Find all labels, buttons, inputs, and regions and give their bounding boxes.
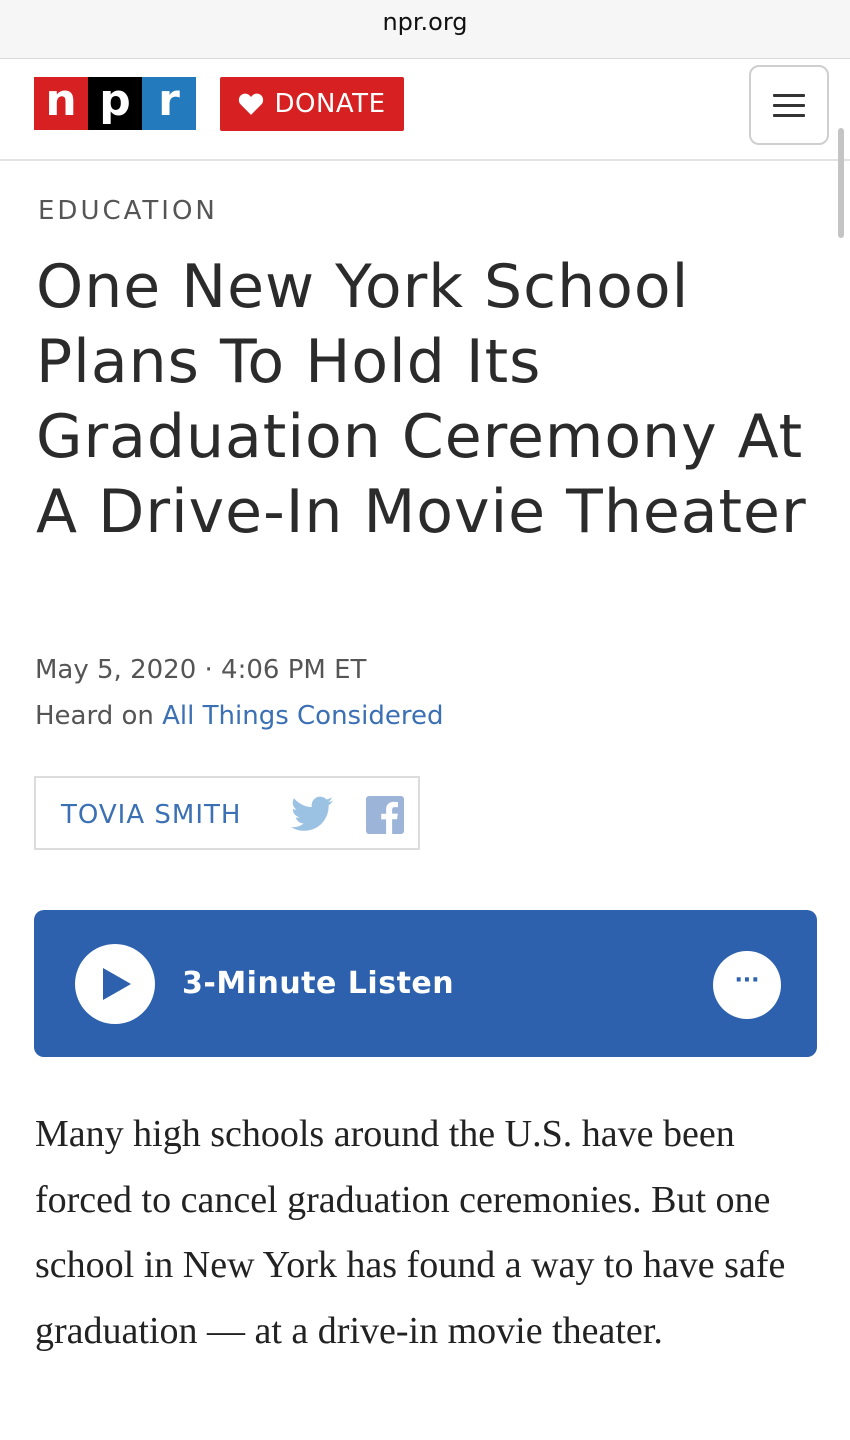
play-icon [103,968,131,1000]
heard-on-line: Heard on All Things Considered [35,701,443,731]
twitter-icon[interactable] [291,796,333,832]
program-link[interactable]: All Things Considered [162,701,443,731]
browser-url-bar[interactable]: npr.org [0,0,850,59]
menu-bar [773,93,805,97]
listen-duration-label[interactable]: 3-Minute Listen [182,966,454,1001]
byline-box: TOVIA SMITH [34,776,420,850]
npr-logo[interactable]: n p r [34,77,196,130]
menu-bar [773,113,805,117]
donate-label: DONATE [274,89,386,119]
logo-letter-r: r [142,77,196,130]
page-scrollbar[interactable] [838,128,844,238]
hamburger-menu-icon[interactable] [749,65,829,145]
logo-letter-p: p [88,77,142,130]
facebook-icon[interactable] [366,796,404,834]
section-label[interactable]: EDUCATION [38,196,218,226]
play-button[interactable] [75,944,155,1024]
site-header: n p r DONATE [0,59,850,161]
url-text[interactable]: npr.org [0,8,850,36]
menu-bar [773,103,805,107]
article-dateline: May 5, 2020 · 4:06 PM ET [35,655,367,685]
more-options-button[interactable]: ··· [713,951,781,1019]
heart-icon [239,93,264,115]
audio-player: 3-Minute Listen ··· [34,910,817,1057]
article-body-paragraph: Many high schools around the U.S. have b… [35,1113,786,1352]
logo-letter-n: n [34,77,88,130]
donate-button[interactable]: DONATE [220,77,404,131]
article-headline: One New York School Plans To Hold Its Gr… [36,252,807,547]
author-link[interactable]: TOVIA SMITH [61,800,241,830]
heard-on-prefix: Heard on [35,701,163,731]
